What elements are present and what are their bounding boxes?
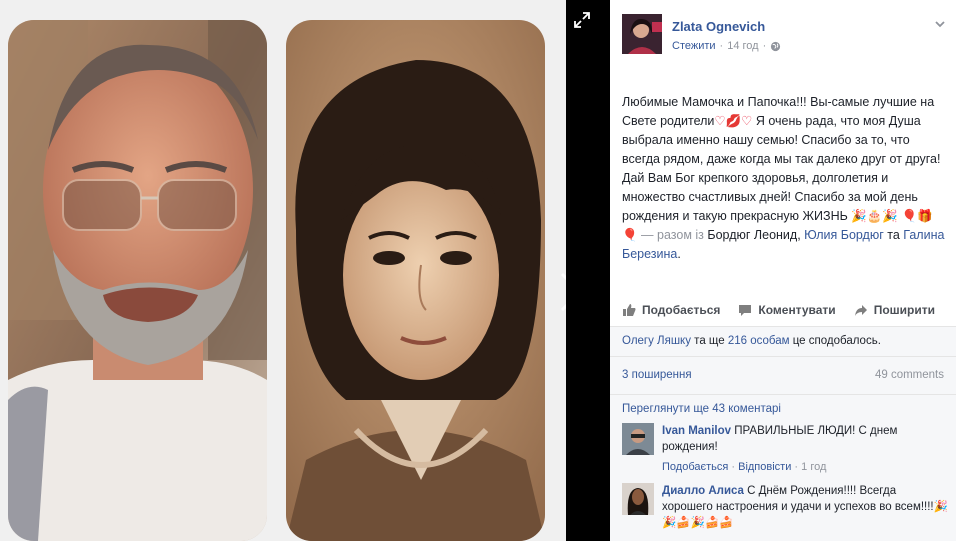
thumbs-up-icon	[623, 304, 636, 316]
tag-sep-2: та	[883, 228, 904, 242]
chevron-down-icon[interactable]	[934, 18, 946, 30]
commenter-avatar[interactable]	[622, 423, 654, 455]
comment-body: Диалло Алиса С Днём Рождения!!!! Всегда …	[662, 483, 948, 531]
post-time[interactable]: 14 год	[727, 40, 758, 52]
comment-reply-link[interactable]: Відповісти	[738, 461, 791, 473]
post-actions: Подобається Коментувати Поширити	[622, 296, 948, 324]
expand-arrows-icon[interactable]	[572, 10, 592, 30]
post-text: Любимые Мамочка и Папочка!!! Вы-самые лу…	[622, 93, 948, 264]
photo-collage[interactable]	[0, 0, 566, 541]
meta-separator: ·	[719, 40, 724, 52]
author-avatar[interactable]	[622, 14, 662, 54]
commenter-name[interactable]: Диалло Алиса	[662, 485, 744, 497]
likes-and: та ще	[690, 335, 728, 347]
next-photo-button[interactable]	[556, 270, 566, 314]
likes-others[interactable]: 216 особам	[728, 335, 790, 347]
photo-father	[8, 20, 267, 541]
commenter-name[interactable]: Ivan Manilov	[662, 425, 731, 437]
comments-count[interactable]: 49 comments	[875, 369, 944, 382]
post-meta: Стежити · 14 год ·	[672, 40, 781, 52]
comment-meta: Подобається · Відповісти · 1 год	[662, 459, 948, 475]
author-name[interactable]: Zlata Ognevich	[672, 19, 765, 34]
share-button[interactable]: Поширити	[854, 303, 935, 317]
comment-icon	[739, 305, 752, 316]
like-button[interactable]: Подобається	[622, 303, 720, 317]
photo-viewer	[0, 0, 566, 541]
globe-icon[interactable]	[770, 41, 781, 52]
share-label: Поширити	[873, 303, 935, 317]
comment-time[interactable]: 1 год	[801, 461, 826, 473]
likes-summary: Олегу Ляшку та ще 216 особам це сподобал…	[610, 326, 956, 356]
shares-count[interactable]: 3 поширення	[622, 369, 692, 382]
commenter-avatar[interactable]	[622, 483, 654, 515]
comment-label: Коментувати	[758, 303, 836, 317]
tag-2[interactable]: Юлия Бордюг	[804, 228, 884, 242]
post-header: Zlata Ognevich Стежити · 14 год ·	[610, 0, 956, 66]
follow-link[interactable]: Стежити	[672, 40, 716, 52]
post-text-b: Я очень рада, что моя Душа выбрала именн…	[622, 114, 941, 223]
comments-section: Переглянути ще 43 коментарі Ivan Manilov…	[610, 394, 956, 541]
comment-meta-dot: ·	[728, 461, 739, 473]
view-more-comments[interactable]: Переглянути ще 43 коментарі	[622, 403, 944, 415]
comment-button[interactable]: Коментувати	[738, 303, 836, 317]
post-end: .	[677, 247, 681, 261]
photo-mother	[286, 20, 545, 541]
comment-meta-dot-2: ·	[791, 461, 802, 473]
comment-body: Ivan Manilov ПРАВИЛЬНЫЕ ЛЮДИ! С днем рож…	[662, 423, 948, 475]
post-sidebar: Zlata Ognevich Стежити · 14 год · Любимы…	[610, 0, 956, 541]
liker-name[interactable]: Олегу Ляшку	[622, 335, 691, 347]
shares-summary: 3 поширення 49 comments	[610, 356, 956, 394]
share-arrow-icon	[854, 305, 867, 316]
likes-suffix: це сподобалось.	[789, 335, 881, 347]
heart-emoji-icons: ♡💋♡	[714, 114, 753, 128]
meta-separator-2: ·	[762, 40, 767, 52]
chevron-right-icon	[560, 272, 566, 312]
with-label: — разом із	[637, 228, 708, 242]
like-label: Подобається	[642, 303, 721, 317]
comment-like-link[interactable]: Подобається	[662, 461, 728, 473]
tag-1[interactable]: Бордюг Леонид	[707, 228, 797, 242]
